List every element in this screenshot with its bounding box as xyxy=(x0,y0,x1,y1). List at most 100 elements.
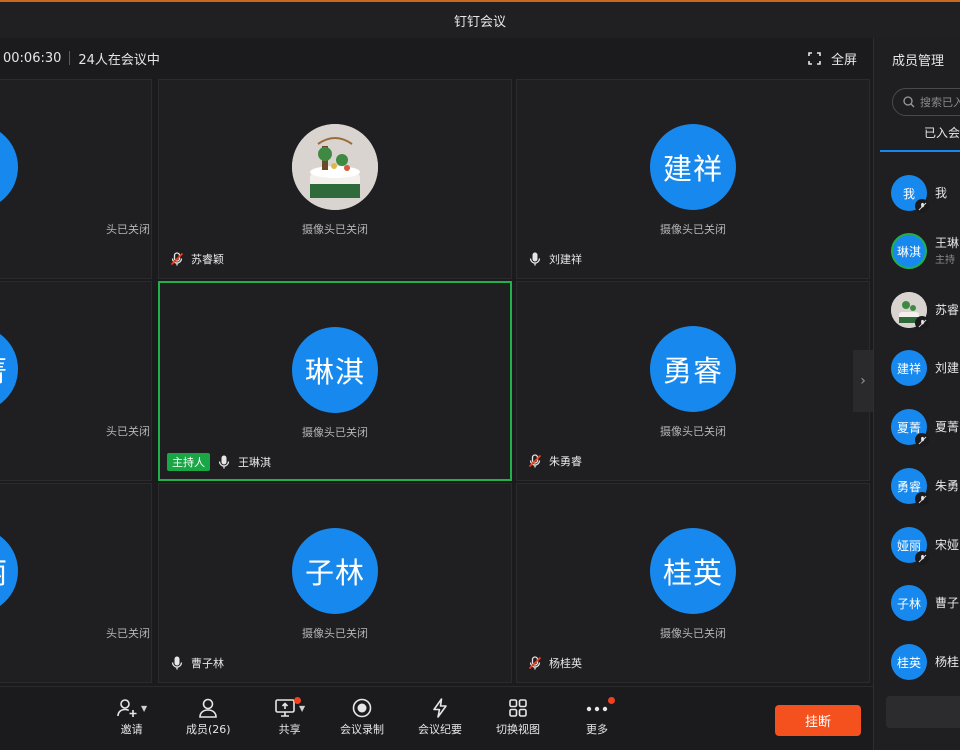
video-grid: 头已关闭 摄像头已关闭 苏睿颖 建祥 摄像头已关闭 刘建祥 头已关闭 琳淇 摄像… xyxy=(0,78,873,686)
member-role: 主持 xyxy=(935,255,955,266)
participant-photo xyxy=(292,124,378,210)
member-avatar-text: 我 xyxy=(902,186,915,201)
invite-label: 邀请 xyxy=(120,723,143,736)
minutes-label: 会议纪要 xyxy=(418,723,462,736)
share-button[interactable]: ▼ 共享 xyxy=(274,695,305,737)
member-avatar: 子林 xyxy=(891,585,927,621)
search-placeholder: 搜索已入 xyxy=(920,96,960,109)
camera-status: 摄像头已关闭 xyxy=(660,425,726,438)
member-search-input[interactable]: 搜索已入 xyxy=(892,88,960,116)
member-panel-action-button[interactable] xyxy=(886,696,960,728)
meeting-toolbar: ▼ 邀请 成员(26) ▼ 共享 会议录制 会议纪要 切换视图 更多 挂断 xyxy=(0,686,873,750)
mic-muted-icon xyxy=(528,656,542,670)
member-avatar-text: 建祥 xyxy=(896,361,921,376)
switch-view-button[interactable]: 切换视图 xyxy=(496,695,540,737)
member-name: 王琳 xyxy=(935,236,960,250)
chevron-right-icon: › xyxy=(860,373,866,389)
member-item[interactable]: 建祥 刘建 xyxy=(891,348,960,388)
member-avatar-text: 琳淇 xyxy=(896,244,921,259)
window-title: 钉钉会议 xyxy=(453,14,506,30)
title-bar: 钉钉会议 xyxy=(0,0,960,38)
participant-avatar: 勇睿 xyxy=(650,326,736,412)
invite-button[interactable]: ▼ 邀请 xyxy=(116,695,147,737)
video-tile[interactable]: 桂英 摄像头已关闭 杨桂英 xyxy=(516,483,870,683)
more-dots-icon xyxy=(586,706,608,712)
member-avatar: 娅丽 xyxy=(891,527,929,565)
next-page-button[interactable]: › xyxy=(853,350,873,412)
mic-icon xyxy=(218,455,230,469)
participant-avatar: 琳淇 xyxy=(292,327,378,413)
video-tile[interactable]: 丽 头已关闭 xyxy=(0,483,152,683)
record-icon xyxy=(352,698,372,718)
member-item[interactable]: 桂英 杨桂 xyxy=(891,642,960,682)
member-avatar: 勇睿 xyxy=(891,468,929,506)
minutes-button[interactable]: 会议纪要 xyxy=(418,695,462,737)
member-avatar: 我 xyxy=(891,175,929,213)
member-item[interactable]: 勇睿 朱勇 xyxy=(891,466,960,506)
add-person-icon xyxy=(117,699,137,717)
fullscreen-button[interactable]: 全屏 xyxy=(808,38,857,78)
member-avatar-text: 娅丽 xyxy=(896,538,921,553)
member-item[interactable]: 我 我 xyxy=(891,173,960,213)
camera-status: 摄像头已关闭 xyxy=(660,627,726,640)
member-avatar: 琳淇 xyxy=(891,233,927,269)
member-item[interactable]: 琳淇 王琳 主持 xyxy=(891,231,960,271)
camera-status: 摄像头已关闭 xyxy=(302,426,368,439)
record-icon-wrap xyxy=(351,695,373,721)
member-name: 苏睿 xyxy=(935,302,960,317)
more-icon-wrap xyxy=(585,695,615,721)
video-tile-active-speaker[interactable]: 琳淇 摄像头已关闭 主持人 王琳淇 xyxy=(158,281,512,481)
member-photo xyxy=(891,292,929,330)
members-button[interactable]: 成员(26) xyxy=(186,695,231,737)
record-label: 会议录制 xyxy=(340,723,384,736)
meeting-info-bar: 00:06:30 24人在会议中 全屏 xyxy=(0,38,873,78)
nameplate: 苏睿颖 xyxy=(169,250,224,268)
member-item[interactable]: 苏睿 xyxy=(891,290,960,330)
host-badge: 主持人 xyxy=(167,453,210,471)
member-item[interactable]: 夏菁 夏菁 xyxy=(891,407,960,447)
member-avatar: 建祥 xyxy=(891,350,927,386)
video-tile[interactable]: 摄像头已关闭 苏睿颖 xyxy=(158,79,512,279)
members-icon-wrap xyxy=(197,695,219,721)
participant-avatar: 桂英 xyxy=(650,528,736,614)
video-tile[interactable]: 子林 摄像头已关闭 曹子林 xyxy=(158,483,512,683)
minutes-icon-wrap xyxy=(429,695,451,721)
fullscreen-label: 全屏 xyxy=(830,52,857,68)
camera-status: 摄像头已关闭 xyxy=(302,223,368,236)
video-tile[interactable]: 勇睿 摄像头已关闭 朱勇睿 xyxy=(516,281,870,481)
member-avatar-text: 夏菁 xyxy=(896,420,921,435)
member-name: 我 xyxy=(935,185,948,200)
nameplate: 主持人 王琳淇 xyxy=(167,453,271,471)
notification-dot xyxy=(608,697,615,704)
lightning-icon xyxy=(433,698,447,718)
member-name: 朱勇 xyxy=(935,478,960,493)
more-label: 更多 xyxy=(586,723,608,736)
member-name: 宋娅 xyxy=(935,537,960,552)
video-tile[interactable]: 建祥 摄像头已关闭 刘建祥 xyxy=(516,79,870,279)
participant-avatar: 丽 xyxy=(0,528,18,614)
member-name: 夏菁 xyxy=(935,419,960,434)
mic-muted-icon xyxy=(915,492,929,506)
tab-joined[interactable]: 已入会 xyxy=(924,124,960,141)
mic-muted-icon xyxy=(915,433,929,447)
search-icon xyxy=(903,96,915,108)
member-item[interactable]: 娅丽 宋娅 xyxy=(891,525,960,565)
member-item[interactable]: 子林 曹子 xyxy=(891,583,960,623)
mic-muted-icon xyxy=(915,199,929,213)
chevron-down-icon: ▼ xyxy=(141,703,148,713)
member-name: 杨桂 xyxy=(935,654,960,669)
video-tile[interactable]: 头已关闭 xyxy=(0,79,152,279)
share-label: 共享 xyxy=(278,723,301,736)
camera-status: 头已关闭 xyxy=(106,223,150,236)
nameplate: 曹子林 xyxy=(169,654,224,672)
hang-up-button[interactable]: 挂断 xyxy=(775,705,861,736)
more-button[interactable]: 更多 xyxy=(585,695,615,737)
mic-muted-icon xyxy=(915,316,929,330)
camera-status: 摄像头已关闭 xyxy=(660,223,726,236)
mic-muted-icon xyxy=(170,252,184,266)
nameplate: 朱勇睿 xyxy=(527,452,582,470)
members-label: 成员(26) xyxy=(186,723,231,736)
video-tile[interactable]: 菁 头已关闭 xyxy=(0,281,152,481)
divider xyxy=(69,51,71,65)
record-button[interactable]: 会议录制 xyxy=(340,695,384,737)
